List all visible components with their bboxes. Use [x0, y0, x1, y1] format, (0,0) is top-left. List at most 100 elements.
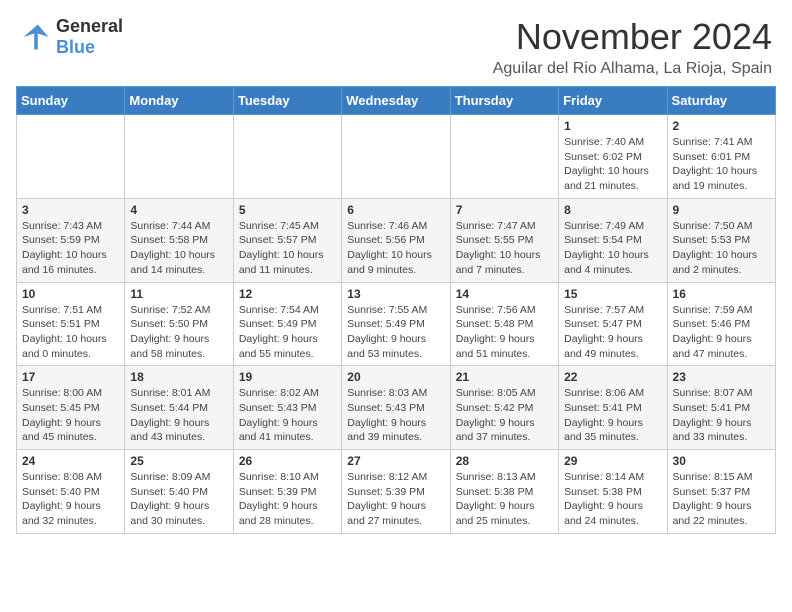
- day-info: Sunrise: 8:01 AM Sunset: 5:44 PM Dayligh…: [130, 386, 227, 445]
- day-number: 7: [456, 203, 553, 217]
- calendar-cell: [342, 115, 450, 199]
- day-info: Sunrise: 7:59 AM Sunset: 5:46 PM Dayligh…: [673, 303, 770, 362]
- calendar-week-row: 3 Sunrise: 7:43 AM Sunset: 5:59 PM Daylig…: [17, 198, 776, 282]
- calendar-cell: 17 Sunrise: 8:00 AM Sunset: 5:45 PM Dayli…: [17, 366, 125, 450]
- day-number: 15: [564, 287, 661, 301]
- calendar-cell: 27Sunrise: 8:12 AM Sunset: 5:39 PM Dayli…: [342, 450, 450, 534]
- day-number: 9: [673, 203, 770, 217]
- calendar-cell: 8 Sunrise: 7:49 AM Sunset: 5:54 PM Daylig…: [559, 198, 667, 282]
- day-number: 8: [564, 203, 661, 217]
- day-info: Sunrise: 7:54 AM Sunset: 5:49 PM Dayligh…: [239, 303, 336, 362]
- logo-general: General: [56, 16, 123, 37]
- day-number: 25: [130, 454, 227, 468]
- calendar-cell: 13Sunrise: 7:55 AM Sunset: 5:49 PM Dayli…: [342, 282, 450, 366]
- day-info: Sunrise: 8:03 AM Sunset: 5:43 PM Dayligh…: [347, 386, 444, 445]
- day-info: Sunrise: 8:02 AM Sunset: 5:43 PM Dayligh…: [239, 386, 336, 445]
- day-info: Sunrise: 8:14 AM Sunset: 5:38 PM Dayligh…: [564, 470, 661, 529]
- day-number: 10: [22, 287, 119, 301]
- calendar-week-row: 1 Sunrise: 7:40 AM Sunset: 6:02 PM Daylig…: [17, 115, 776, 199]
- calendar-header-saturday: Saturday: [667, 87, 775, 115]
- calendar-cell: 6 Sunrise: 7:46 AM Sunset: 5:56 PM Daylig…: [342, 198, 450, 282]
- calendar-cell: 18Sunrise: 8:01 AM Sunset: 5:44 PM Dayli…: [125, 366, 233, 450]
- calendar-cell: 11Sunrise: 7:52 AM Sunset: 5:50 PM Dayli…: [125, 282, 233, 366]
- calendar-cell: [233, 115, 341, 199]
- calendar-cell: 28Sunrise: 8:13 AM Sunset: 5:38 PM Dayli…: [450, 450, 558, 534]
- day-info: Sunrise: 8:06 AM Sunset: 5:41 PM Dayligh…: [564, 386, 661, 445]
- logo-text: General Blue: [56, 16, 123, 58]
- day-info: Sunrise: 7:50 AM Sunset: 5:53 PM Dayligh…: [673, 219, 770, 278]
- calendar-week-row: 24Sunrise: 8:08 AM Sunset: 5:40 PM Dayli…: [17, 450, 776, 534]
- day-number: 29: [564, 454, 661, 468]
- calendar-cell: 30 Sunrise: 8:15 AM Sunset: 5:37 PM Dayli…: [667, 450, 775, 534]
- calendar-header-thursday: Thursday: [450, 87, 558, 115]
- calendar-cell: [17, 115, 125, 199]
- calendar-header-monday: Monday: [125, 87, 233, 115]
- day-info: Sunrise: 7:56 AM Sunset: 5:48 PM Dayligh…: [456, 303, 553, 362]
- day-info: Sunrise: 7:46 AM Sunset: 5:56 PM Dayligh…: [347, 219, 444, 278]
- day-info: Sunrise: 8:07 AM Sunset: 5:41 PM Dayligh…: [673, 386, 770, 445]
- day-info: Sunrise: 8:00 AM Sunset: 5:45 PM Dayligh…: [22, 386, 119, 445]
- day-info: Sunrise: 7:45 AM Sunset: 5:57 PM Dayligh…: [239, 219, 336, 278]
- header: General Blue November 2024 Aguilar del R…: [0, 0, 792, 86]
- day-number: 1: [564, 119, 661, 133]
- calendar-cell: 22 Sunrise: 8:06 AM Sunset: 5:41 PM Dayli…: [559, 366, 667, 450]
- calendar-cell: 15 Sunrise: 7:57 AM Sunset: 5:47 PM Dayli…: [559, 282, 667, 366]
- day-info: Sunrise: 8:05 AM Sunset: 5:42 PM Dayligh…: [456, 386, 553, 445]
- logo: General Blue: [20, 16, 123, 58]
- day-info: Sunrise: 7:44 AM Sunset: 5:58 PM Dayligh…: [130, 219, 227, 278]
- day-number: 26: [239, 454, 336, 468]
- calendar-header-row: SundayMondayTuesdayWednesdayThursdayFrid…: [17, 87, 776, 115]
- calendar-cell: 2Sunrise: 7:41 AM Sunset: 6:01 PM Daylig…: [667, 115, 775, 199]
- day-number: 20: [347, 370, 444, 384]
- day-info: Sunrise: 8:15 AM Sunset: 5:37 PM Dayligh…: [673, 470, 770, 529]
- day-info: Sunrise: 7:41 AM Sunset: 6:01 PM Dayligh…: [673, 135, 770, 194]
- calendar-header-friday: Friday: [559, 87, 667, 115]
- calendar-cell: 9 Sunrise: 7:50 AM Sunset: 5:53 PM Daylig…: [667, 198, 775, 282]
- day-number: 19: [239, 370, 336, 384]
- calendar-table: SundayMondayTuesdayWednesdayThursdayFrid…: [16, 86, 776, 534]
- day-number: 3: [22, 203, 119, 217]
- day-info: Sunrise: 7:49 AM Sunset: 5:54 PM Dayligh…: [564, 219, 661, 278]
- calendar-cell: [450, 115, 558, 199]
- day-info: Sunrise: 7:51 AM Sunset: 5:51 PM Dayligh…: [22, 303, 119, 362]
- location: Aguilar del Rio Alhama, La Rioja, Spain: [493, 60, 772, 78]
- calendar-cell: 1 Sunrise: 7:40 AM Sunset: 6:02 PM Daylig…: [559, 115, 667, 199]
- day-info: Sunrise: 7:43 AM Sunset: 5:59 PM Dayligh…: [22, 219, 119, 278]
- day-number: 6: [347, 203, 444, 217]
- calendar-cell: 26 Sunrise: 8:10 AM Sunset: 5:39 PM Dayli…: [233, 450, 341, 534]
- calendar-cell: 3 Sunrise: 7:43 AM Sunset: 5:59 PM Daylig…: [17, 198, 125, 282]
- calendar-cell: 25 Sunrise: 8:09 AM Sunset: 5:40 PM Dayli…: [125, 450, 233, 534]
- day-number: 21: [456, 370, 553, 384]
- day-number: 16: [673, 287, 770, 301]
- calendar-cell: 16 Sunrise: 7:59 AM Sunset: 5:46 PM Dayli…: [667, 282, 775, 366]
- month-title: November 2024: [493, 16, 772, 58]
- day-number: 22: [564, 370, 661, 384]
- calendar-cell: 4 Sunrise: 7:44 AM Sunset: 5:58 PM Daylig…: [125, 198, 233, 282]
- day-info: Sunrise: 8:09 AM Sunset: 5:40 PM Dayligh…: [130, 470, 227, 529]
- calendar-cell: 7Sunrise: 7:47 AM Sunset: 5:55 PM Daylig…: [450, 198, 558, 282]
- day-info: Sunrise: 7:52 AM Sunset: 5:50 PM Dayligh…: [130, 303, 227, 362]
- calendar-cell: 23Sunrise: 8:07 AM Sunset: 5:41 PM Dayli…: [667, 366, 775, 450]
- day-number: 5: [239, 203, 336, 217]
- calendar-header-sunday: Sunday: [17, 87, 125, 115]
- day-info: Sunrise: 8:13 AM Sunset: 5:38 PM Dayligh…: [456, 470, 553, 529]
- calendar-header-wednesday: Wednesday: [342, 87, 450, 115]
- day-info: Sunrise: 7:40 AM Sunset: 6:02 PM Dayligh…: [564, 135, 661, 194]
- title-block: November 2024 Aguilar del Rio Alhama, La…: [493, 16, 772, 78]
- day-info: Sunrise: 7:57 AM Sunset: 5:47 PM Dayligh…: [564, 303, 661, 362]
- calendar-cell: 12 Sunrise: 7:54 AM Sunset: 5:49 PM Dayli…: [233, 282, 341, 366]
- day-number: 12: [239, 287, 336, 301]
- day-number: 27: [347, 454, 444, 468]
- day-number: 17: [22, 370, 119, 384]
- day-number: 13: [347, 287, 444, 301]
- calendar-cell: [125, 115, 233, 199]
- day-number: 4: [130, 203, 227, 217]
- calendar-cell: 29 Sunrise: 8:14 AM Sunset: 5:38 PM Dayli…: [559, 450, 667, 534]
- day-number: 14: [456, 287, 553, 301]
- calendar-cell: 24Sunrise: 8:08 AM Sunset: 5:40 PM Dayli…: [17, 450, 125, 534]
- calendar-header-tuesday: Tuesday: [233, 87, 341, 115]
- calendar-wrap: SundayMondayTuesdayWednesdayThursdayFrid…: [0, 86, 792, 542]
- calendar-cell: 21 Sunrise: 8:05 AM Sunset: 5:42 PM Dayli…: [450, 366, 558, 450]
- day-info: Sunrise: 8:10 AM Sunset: 5:39 PM Dayligh…: [239, 470, 336, 529]
- day-number: 30: [673, 454, 770, 468]
